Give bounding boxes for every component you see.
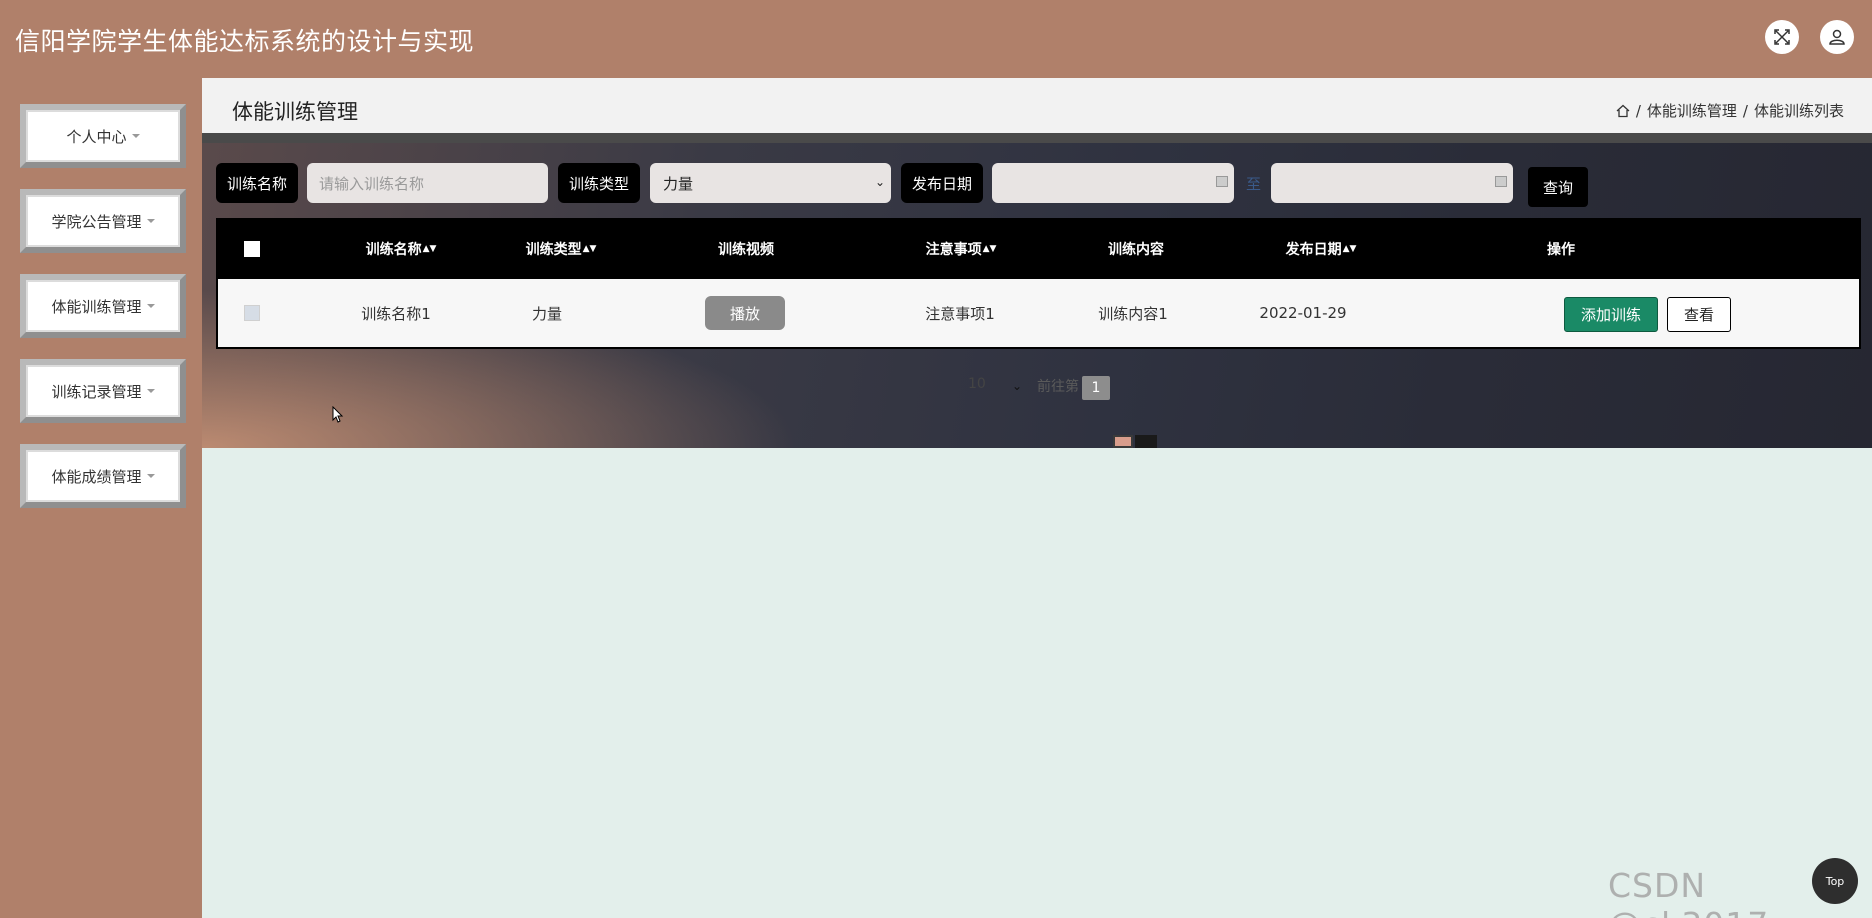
cell-content: 训练内容1: [1098, 304, 1168, 323]
column-header-name[interactable]: 训练名称 ▲▼: [336, 218, 466, 279]
fullscreen-button[interactable]: [1765, 20, 1799, 54]
sidebar-item-label: 体能训练管理: [51, 297, 142, 316]
column-header-content: 训练内容: [1108, 241, 1164, 258]
breadcrumb: / 体能训练管理 / 体能训练列表: [1616, 100, 1844, 121]
add-training-button[interactable]: 添加训练: [1564, 297, 1658, 332]
sort-icon: ▲▼: [982, 243, 997, 254]
main-content: 体能训练管理 / 体能训练管理 / 体能训练列表: [202, 78, 1872, 918]
play-video-button[interactable]: 播放: [705, 296, 785, 330]
app-title: 信阳学院学生体能达标系统的设计与实现: [15, 27, 475, 56]
cell-type: 力量: [531, 304, 562, 323]
caret-down-icon: [131, 134, 140, 138]
name-filter-label: 训练名称: [216, 163, 298, 203]
cell-notes: 注意事项1: [925, 304, 995, 323]
type-select[interactable]: 力量 ⌄: [650, 163, 891, 203]
sort-icon: ▲▼: [582, 243, 597, 254]
date-end-input[interactable]: [1271, 163, 1513, 203]
sort-icon: ▲▼: [422, 243, 437, 254]
sidebar-item-announcements[interactable]: 学院公告管理: [20, 189, 186, 253]
breadcrumb-separator: /: [1635, 101, 1641, 120]
mouse-cursor-icon: [332, 406, 344, 423]
column-header-type[interactable]: 训练类型 ▲▼: [496, 218, 626, 279]
table-header: 训练名称 ▲▼ 训练类型 ▲▼ 训练视频 注意事项 ▲▼ 训练内容 发布日期 ▲▼ 操作: [216, 218, 1861, 279]
name-search-input[interactable]: 请输入训练名称: [307, 163, 548, 203]
table-row: 训练名称1 力量 播放 注意事项1 训练内容1 2022-01-29 添加训练 …: [216, 279, 1861, 349]
breadcrumb-separator: /: [1742, 101, 1748, 120]
page-number-current[interactable]: 1: [1082, 376, 1110, 400]
column-header-notes[interactable]: 注意事项 ▲▼: [896, 218, 1026, 279]
cell-name: 训练名称1: [361, 304, 431, 323]
query-button[interactable]: 查询: [1528, 167, 1588, 207]
home-icon[interactable]: [1616, 104, 1630, 118]
column-header-video: 训练视频: [718, 241, 774, 258]
breadcrumb-item-list: 体能训练列表: [1753, 102, 1844, 120]
date-filter-label: 发布日期: [901, 163, 983, 203]
chevron-down-icon: ⌄: [874, 175, 885, 189]
column-header-date[interactable]: 发布日期 ▲▼: [1256, 218, 1386, 279]
select-all-checkbox-cell: [242, 218, 262, 279]
sidebar-item-training-records[interactable]: 训练记录管理: [20, 359, 186, 423]
select-all-checkbox[interactable]: [244, 240, 260, 257]
view-button[interactable]: 查看: [1667, 297, 1731, 332]
banner-decoration: [1113, 435, 1133, 448]
column-header-label: 注意事项: [925, 241, 982, 258]
user-icon: [1829, 29, 1845, 45]
sidebar: 个人中心 学院公告管理 体能训练管理 训练记录管理 体能成绩管理: [0, 78, 202, 918]
sort-icon: ▲▼: [1342, 243, 1357, 254]
column-header-label: 发布日期: [1285, 241, 1342, 258]
sidebar-item-scores[interactable]: 体能成绩管理: [20, 444, 186, 508]
user-menu-button[interactable]: [1820, 20, 1854, 54]
column-header-label: 训练名称: [365, 241, 422, 258]
caret-down-icon: [146, 389, 155, 393]
chevron-down-icon: ⌄: [1012, 379, 1023, 393]
cell-date: 2022-01-29: [1259, 304, 1347, 322]
page-header: 体能训练管理 / 体能训练管理 / 体能训练列表: [202, 78, 1872, 133]
column-header-label: 训练类型: [525, 241, 582, 258]
fullscreen-icon: [1774, 29, 1790, 45]
sidebar-item-label: 个人中心: [66, 127, 127, 146]
type-select-value: 力量: [663, 174, 694, 193]
row-checkbox[interactable]: [244, 305, 260, 321]
caret-down-icon: [146, 474, 155, 478]
calendar-icon: [1216, 176, 1228, 187]
date-range-separator: 至: [1246, 175, 1262, 193]
top-header: 信阳学院学生体能达标系统的设计与实现: [0, 0, 1872, 78]
banner-decoration: [1135, 435, 1157, 448]
caret-down-icon: [146, 219, 155, 223]
goto-page-label: 前往第: [1037, 379, 1079, 395]
sidebar-item-training[interactable]: 体能训练管理: [20, 274, 186, 338]
sidebar-item-label: 体能成绩管理: [51, 467, 142, 486]
page-title: 体能训练管理: [232, 100, 358, 124]
caret-down-icon: [146, 304, 155, 308]
training-table: 训练名称 ▲▼ 训练类型 ▲▼ 训练视频 注意事项 ▲▼ 训练内容 发布日期 ▲▼ 操作…: [216, 218, 1861, 349]
column-header-actions: 操作: [1547, 241, 1575, 258]
date-start-input[interactable]: [992, 163, 1234, 203]
sidebar-item-personal-center[interactable]: 个人中心: [20, 104, 186, 168]
cell-video: 播放: [680, 279, 810, 347]
sidebar-item-label: 训练记录管理: [51, 382, 142, 401]
sidebar-item-label: 学院公告管理: [51, 212, 142, 231]
calendar-icon: [1495, 176, 1507, 187]
row-checkbox-cell: [242, 279, 262, 347]
breadcrumb-item-training[interactable]: 体能训练管理: [1647, 100, 1737, 121]
type-filter-label: 训练类型: [558, 163, 640, 203]
page-size-select[interactable]: 10: [968, 376, 986, 392]
watermark: CSDN @ck3017: [1608, 866, 1768, 918]
